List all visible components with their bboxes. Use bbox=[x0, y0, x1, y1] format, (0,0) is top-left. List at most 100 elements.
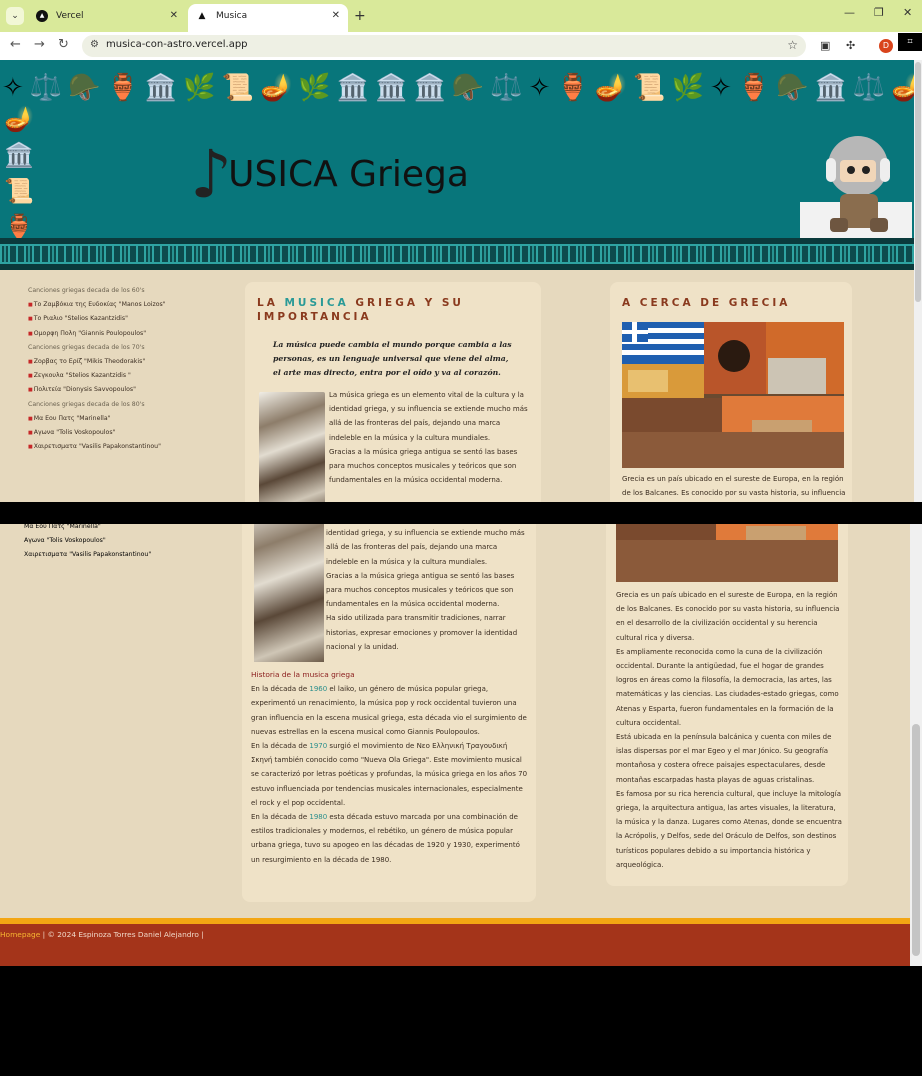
greece-card: Grecia es un país ubicado en el sureste … bbox=[606, 524, 848, 886]
song-link[interactable]: Πολιτεία "Dionysis Savvopoulos" bbox=[28, 383, 228, 397]
song-link[interactable]: Το Ριαλιο "Stelios Kazantzidis" bbox=[28, 312, 228, 326]
helmet-icon: 🪖 bbox=[68, 73, 101, 103]
song-link[interactable]: Χαιρετισματα "Vasilis Papakonstantinou" bbox=[24, 548, 224, 562]
tab-title: Musica bbox=[216, 11, 248, 21]
screenshot-overlay-icon: ⌗ bbox=[898, 33, 922, 51]
scrollbar-thumb[interactable] bbox=[912, 724, 920, 956]
greece-collage-image bbox=[622, 322, 844, 468]
song-link[interactable]: Αγωνα "Tolis Voskopoulos" bbox=[28, 426, 228, 440]
oil-lamp-icon: 🪔 bbox=[4, 105, 34, 133]
close-window-icon[interactable]: ✕ bbox=[903, 6, 912, 19]
scroll-icon: 📜 bbox=[221, 73, 255, 103]
song-link[interactable]: Ζεγκουλα "Stelios Kazantzidis " bbox=[28, 369, 228, 383]
browser-toolbar: ← → ↻ ⚙ musica-con-astro.vercel.app ☆ ▣ … bbox=[0, 32, 922, 60]
temple-icon: 🏛️ bbox=[375, 73, 408, 103]
laurel-icon: 🌿 bbox=[183, 73, 216, 103]
url-text: musica-con-astro.vercel.app bbox=[106, 39, 248, 50]
amphora-icon: 🏺 bbox=[556, 73, 589, 103]
minimize-icon[interactable]: — bbox=[844, 6, 855, 19]
history-1980: En la década de 1980 esta década estuvo … bbox=[251, 813, 520, 864]
homepage-link[interactable]: Homepage bbox=[0, 930, 40, 939]
astro-favicon-icon: ▲ bbox=[196, 10, 208, 22]
oil-lamp-icon: 🪔 bbox=[260, 73, 293, 103]
history-1960: En la década de 1960 el laiko, un género… bbox=[251, 685, 527, 736]
scales-icon: ⚖️ bbox=[490, 73, 523, 103]
statue-image bbox=[254, 524, 324, 662]
page-viewport-bottom: Μα Εου Πατς "Marinella" Αγωνα "Tolis Vos… bbox=[0, 524, 910, 966]
site-info-icon[interactable]: ⚙ bbox=[90, 39, 99, 50]
sidebar-category: Canciones griegas decada de los 60's bbox=[28, 287, 145, 294]
greece-card: A CERCA DE GRECIA Grecia es un país ubic… bbox=[610, 282, 852, 502]
scroll-icon: 📜 bbox=[633, 73, 666, 103]
song-sidebar: Canciones griegas decada de los 60's Το … bbox=[28, 284, 228, 454]
tab-search-button[interactable]: ⌄ bbox=[6, 7, 24, 25]
column-icon: 🏛️ bbox=[336, 73, 370, 103]
song-sidebar: Μα Εου Πατς "Marinella" Αγωνα "Tolis Vos… bbox=[24, 524, 224, 563]
tab-bar: ⌄ ▲ Vercel ✕ ▲ Musica ✕ + — ❐ ✕ bbox=[0, 0, 922, 32]
helmet-icon: 🪖 bbox=[451, 73, 485, 103]
song-link[interactable]: Χαιρετισματα "Vasilis Papakonstantinou" bbox=[28, 440, 228, 454]
sidebar-category: Canciones griegas decada de los 70's bbox=[28, 343, 145, 351]
song-link[interactable]: Μα Εου Πατς "Marinella" bbox=[28, 412, 228, 426]
scrollbar[interactable] bbox=[910, 524, 922, 966]
constellation-icon: ✧ bbox=[709, 73, 732, 103]
music-card: La música griega es un elemento vital de… bbox=[242, 524, 536, 902]
profile-avatar[interactable]: D bbox=[879, 39, 893, 53]
song-link[interactable]: Αγωνα "Tolis Voskopoulos" bbox=[24, 534, 224, 548]
song-link[interactable]: Μα Εου Πατς "Marinella" bbox=[24, 524, 224, 534]
temple-icon: 🏛️ bbox=[144, 73, 178, 103]
tab-title: Vercel bbox=[56, 11, 84, 21]
song-link[interactable]: Ζορβας το Ερίζ "Mikis Theodorakis" bbox=[28, 355, 228, 369]
song-link[interactable]: Το Ζαμβόκια της Ευδοκίας "Manos Loizos" bbox=[28, 298, 228, 312]
music-history: Historia de la musica griega En la décad… bbox=[251, 668, 529, 867]
site-footer: Homepage | © 2024 Espinoza Torres Daniel… bbox=[0, 924, 910, 966]
column-icon: 🏛️ bbox=[413, 73, 446, 103]
site-title: USICA Griega bbox=[228, 154, 469, 195]
constellation-icon: ✧ bbox=[528, 73, 551, 103]
site-logo[interactable]: ♪ USICA Griega bbox=[190, 138, 469, 212]
oil-lamp-icon: 🪔 bbox=[594, 73, 628, 103]
spartan-mascot-image bbox=[800, 136, 912, 240]
music-card-title: LA MUSICA GRIEGA Y SU IMPORTANCIA bbox=[257, 297, 464, 323]
laurel-icon: 🌿 bbox=[298, 73, 331, 103]
greek-icons-column: 🪔 🏛️ 📜 🏺 bbox=[4, 102, 34, 244]
new-tab-icon[interactable]: + bbox=[354, 7, 366, 25]
oil-lamp-icon: 🪔 bbox=[891, 73, 914, 103]
restore-icon[interactable]: ❐ bbox=[874, 6, 884, 19]
greece-collage-image bbox=[616, 524, 838, 582]
helmet-icon: 🪖 bbox=[776, 73, 809, 103]
page-viewport-top: ✧ ⚖️ 🪖 🏺 🏛️ 🌿 📜 🪔 🌿 🏛️ 🏛️ 🏛️ 🪖 ⚖️ ✧ 🏺 🪔 … bbox=[0, 60, 914, 502]
column-icon: 🏛️ bbox=[4, 141, 34, 169]
greek-icons-strip: ✧ ⚖️ 🪖 🏺 🏛️ 🌿 📜 🪔 🌿 🏛️ 🏛️ 🏛️ 🪖 ⚖️ ✧ 🏺 🪔 … bbox=[0, 64, 914, 112]
address-bar[interactable]: ⚙ musica-con-astro.vercel.app ☆ bbox=[82, 35, 806, 57]
scrollbar[interactable] bbox=[914, 60, 922, 502]
tab-musica[interactable]: ▲ Musica ✕ bbox=[188, 4, 348, 32]
scales-icon: ⚖️ bbox=[29, 73, 63, 103]
back-icon[interactable]: ← bbox=[10, 38, 21, 52]
music-note-icon: ♪ bbox=[190, 136, 233, 213]
column-icon: 🏛️ bbox=[814, 73, 847, 103]
history-heading: Historia de la musica griega bbox=[251, 670, 355, 679]
tab-vercel[interactable]: ▲ Vercel ✕ bbox=[28, 4, 186, 32]
scrollbar-thumb[interactable] bbox=[915, 62, 921, 302]
sidebar-category: Canciones griegas decada de los 80's bbox=[28, 400, 145, 408]
site-header: ✧ ⚖️ 🪖 🏺 🏛️ 🌿 📜 🪔 🌿 🏛️ 🏛️ 🏛️ 🪖 ⚖️ ✧ 🏺 🪔 … bbox=[0, 60, 914, 270]
greece-body: Grecia es un país ubicado en el sureste … bbox=[622, 475, 846, 498]
music-body: La música griega es un elemento vital de… bbox=[329, 391, 528, 485]
bookmark-star-icon[interactable]: ☆ bbox=[787, 38, 798, 52]
footer-text: Homepage | © 2024 Espinoza Torres Daniel… bbox=[0, 930, 204, 939]
reload-icon[interactable]: ↻ bbox=[58, 38, 69, 52]
extensions-icon[interactable]: ✣ bbox=[846, 39, 855, 52]
close-tab-icon[interactable]: ✕ bbox=[332, 4, 340, 28]
greece-card-title: A CERCA DE GRECIA bbox=[622, 297, 791, 309]
close-tab-icon[interactable]: ✕ bbox=[170, 4, 178, 28]
greece-body: Grecia es un país ubicado en el sureste … bbox=[616, 591, 842, 869]
music-body: La música griega es un elemento vital de… bbox=[326, 529, 525, 651]
scales-icon: ⚖️ bbox=[852, 73, 886, 103]
forward-icon[interactable]: → bbox=[34, 38, 45, 52]
reading-mode-icon[interactable]: ▣ bbox=[820, 39, 830, 52]
music-quote: La música puede cambia el mundo porque c… bbox=[273, 340, 512, 377]
vercel-favicon-icon: ▲ bbox=[36, 10, 48, 22]
song-link[interactable]: Ομορφη Πολη "Giannis Poulopoulos" bbox=[28, 327, 228, 341]
statue-image bbox=[259, 392, 325, 502]
